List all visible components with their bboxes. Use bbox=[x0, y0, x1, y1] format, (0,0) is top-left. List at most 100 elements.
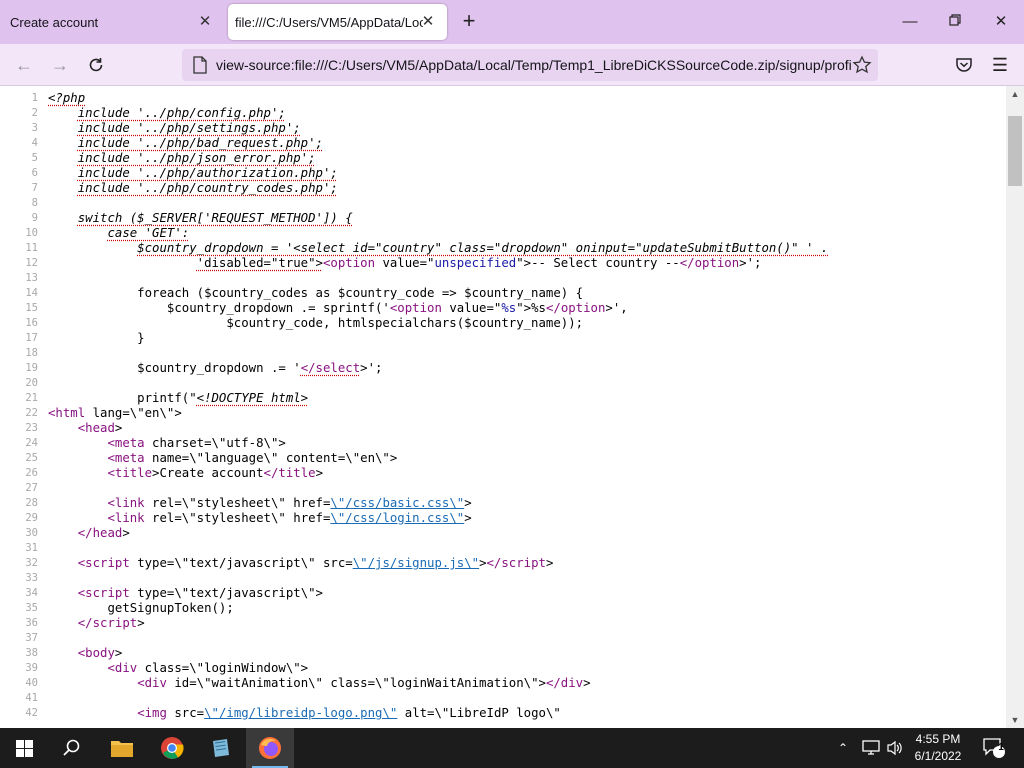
code-token: <head bbox=[77, 421, 115, 435]
code-token: > bbox=[545, 556, 554, 570]
bookmark-star-icon[interactable] bbox=[852, 55, 872, 75]
scrollbar-thumb[interactable] bbox=[1008, 116, 1022, 186]
code-token: value=" bbox=[441, 301, 502, 315]
line-number: 27 bbox=[25, 482, 38, 494]
source-line: 23 <head> bbox=[0, 421, 828, 436]
tab-close-icon[interactable]: ✕ bbox=[196, 13, 214, 31]
pocket-icon[interactable] bbox=[951, 52, 977, 78]
scroll-up-icon[interactable]: ▲ bbox=[1006, 86, 1024, 102]
source-line: 9 switch ($_SERVER['REQUEST_METHOD']) { bbox=[0, 211, 828, 226]
windows-start-icon[interactable] bbox=[0, 728, 48, 768]
volume-icon[interactable] bbox=[886, 728, 904, 768]
show-hidden-icons-chevron-icon[interactable]: ⌃ bbox=[838, 728, 848, 768]
back-arrow-icon[interactable]: ← bbox=[11, 52, 37, 78]
code-token: include '../php/country_codes.php'; bbox=[77, 181, 338, 195]
line-number: 7 bbox=[31, 182, 38, 194]
code-token[interactable]: \"/img/libreidp-logo.png\" bbox=[204, 706, 397, 720]
code-token: <meta bbox=[107, 436, 145, 450]
url-text[interactable]: view-source:file:///C:/Users/VM5/AppData… bbox=[216, 57, 852, 73]
search-icon[interactable] bbox=[48, 728, 96, 768]
menu-hamburger-icon[interactable]: ☰ bbox=[987, 52, 1013, 78]
code-token: $country_dropdown .= ' bbox=[48, 361, 301, 375]
forward-arrow-icon[interactable]: → bbox=[47, 52, 73, 78]
code-token: </script bbox=[486, 556, 546, 570]
code-token: </option bbox=[545, 301, 606, 315]
source-line: 27 bbox=[0, 481, 828, 496]
restore-icon[interactable] bbox=[942, 10, 968, 34]
taskbar: ⌃ 4:55 PM 6/1/2022 1 bbox=[0, 728, 1024, 768]
firefox-icon[interactable] bbox=[246, 728, 294, 768]
code-token: <link bbox=[107, 496, 145, 510]
chrome-icon[interactable] bbox=[148, 728, 196, 768]
line-number: 41 bbox=[25, 692, 38, 704]
notepad-icon[interactable] bbox=[197, 728, 245, 768]
source-line: 11 $country_dropdown = '<select id="coun… bbox=[0, 241, 828, 256]
source-line: 40 <div id=\"waitAnimation\" class=\"log… bbox=[0, 676, 828, 691]
line-number: 12 bbox=[25, 257, 38, 269]
tab-create-account[interactable]: Create account ✕ bbox=[0, 4, 224, 40]
line-number: 8 bbox=[31, 197, 38, 209]
line-number: 3 bbox=[31, 122, 38, 134]
code-token[interactable]: \"/css/basic.css\" bbox=[330, 496, 464, 510]
scroll-down-icon[interactable]: ▼ bbox=[1006, 712, 1024, 728]
source-line: 32 <script type=\"text/javascript\" src=… bbox=[0, 556, 828, 571]
code-token: <img bbox=[137, 706, 167, 720]
code-token[interactable]: \"/js/signup.js\" bbox=[353, 556, 479, 570]
new-tab-plus-icon[interactable]: + bbox=[458, 10, 480, 33]
code-token[interactable]: \"/css/login.css\" bbox=[330, 511, 464, 525]
code-token: case 'GET': bbox=[107, 226, 190, 240]
source-line: 41 bbox=[0, 691, 828, 706]
source-line: 31 bbox=[0, 541, 828, 556]
code-token: } bbox=[48, 331, 145, 345]
source-line: 30 </head> bbox=[0, 526, 828, 541]
address-bar[interactable]: view-source:file:///C:/Users/VM5/AppData… bbox=[182, 49, 878, 81]
line-number: 16 bbox=[25, 317, 38, 329]
tab-title: file:///C:/Users/VM5/AppData/Loca bbox=[235, 14, 423, 30]
code-token: </title bbox=[263, 466, 316, 480]
tab-close-icon[interactable]: ✕ bbox=[419, 13, 437, 31]
close-window-icon[interactable]: ✕ bbox=[988, 10, 1014, 34]
reload-icon[interactable] bbox=[83, 52, 109, 78]
line-number: 9 bbox=[31, 212, 38, 224]
source-line: 20 bbox=[0, 376, 828, 391]
code-token: printf(" bbox=[48, 391, 197, 405]
line-number: 17 bbox=[25, 332, 38, 344]
code-token: <div bbox=[137, 676, 167, 690]
taskbar-clock[interactable]: 4:55 PM 6/1/2022 bbox=[906, 731, 970, 765]
source-line: 26 <title>Create account</title> bbox=[0, 466, 828, 481]
source-line: 10 case 'GET': bbox=[0, 226, 828, 241]
line-number: 15 bbox=[25, 302, 38, 314]
code-token: > bbox=[583, 676, 591, 690]
line-number: 10 bbox=[25, 227, 38, 239]
line-number: 39 bbox=[25, 662, 38, 674]
source-line: 22 <html lang=\"en\"> bbox=[0, 406, 828, 421]
code-token: id=\"waitAnimation\" class=\"loginWaitAn… bbox=[166, 676, 546, 690]
file-explorer-icon[interactable] bbox=[98, 728, 146, 768]
page-icon bbox=[193, 56, 207, 74]
tab-view-source[interactable]: file:///C:/Users/VM5/AppData/Loca ✕ bbox=[228, 4, 447, 40]
network-icon[interactable] bbox=[862, 728, 880, 768]
notifications-icon[interactable]: 1 bbox=[982, 728, 1006, 768]
source-line: 6 include '../php/authorization.php'; bbox=[0, 166, 828, 181]
code-token: include '../php/json_error.php'; bbox=[77, 151, 316, 165]
minimize-icon[interactable]: — bbox=[897, 10, 923, 34]
code-token: <script bbox=[77, 556, 130, 570]
vertical-scrollbar[interactable]: ▲ ▼ bbox=[1006, 86, 1024, 728]
source-line: 18 bbox=[0, 346, 828, 361]
source-line: 39 <div class=\"loginWindow\"> bbox=[0, 661, 828, 676]
source-line: 12 'disabled="true"><option value="unspe… bbox=[0, 256, 828, 271]
line-number: 34 bbox=[25, 587, 38, 599]
code-token: > bbox=[114, 421, 123, 435]
code-token: > bbox=[122, 526, 130, 540]
code-token: </div bbox=[545, 676, 584, 690]
source-line: 36 </script> bbox=[0, 616, 828, 631]
code-token: ">-- Select country -- bbox=[516, 256, 680, 270]
